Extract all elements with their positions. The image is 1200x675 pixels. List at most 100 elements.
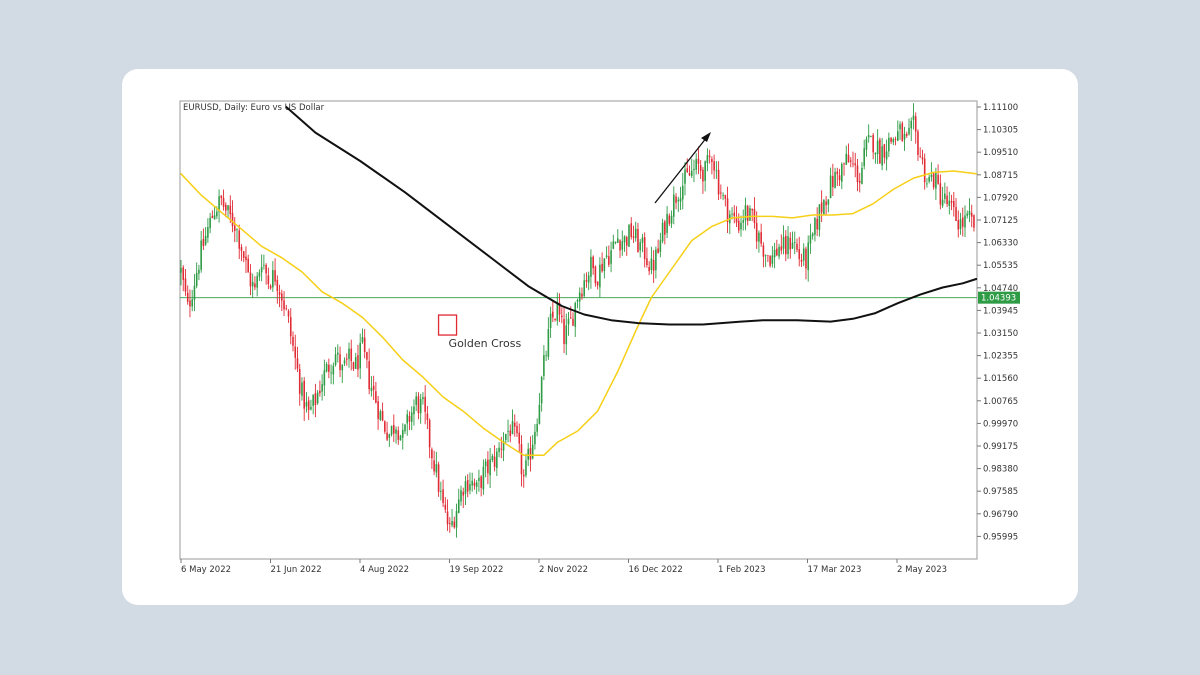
candle-body — [274, 270, 276, 282]
candle-body — [834, 171, 836, 188]
candle-body — [348, 348, 350, 359]
candle-body — [726, 198, 729, 223]
candle-body — [245, 256, 247, 261]
candle-body — [621, 241, 624, 250]
candle-body — [507, 431, 509, 432]
x-tick-label: 19 Sep 2022 — [450, 565, 504, 575]
candle-body — [673, 194, 675, 217]
candle-body — [437, 464, 440, 492]
candle-body — [540, 377, 543, 404]
candle-body — [646, 258, 648, 266]
candle-body — [717, 169, 720, 195]
candle-body — [899, 124, 901, 130]
candle-body — [408, 416, 411, 422]
candle-body — [455, 510, 458, 528]
candle-body — [619, 240, 621, 251]
candle-body — [350, 348, 353, 362]
candle-body — [442, 489, 444, 504]
candle-body — [953, 201, 955, 208]
candle-body — [375, 391, 377, 403]
x-tick-label: 6 May 2022 — [181, 565, 231, 575]
candle-body — [332, 365, 335, 375]
candle-body — [807, 242, 809, 271]
candle-body — [393, 424, 395, 434]
candle-body — [525, 460, 527, 476]
candle-body — [802, 248, 805, 261]
candle-body — [207, 227, 209, 238]
x-tick-label: 1 Feb 2023 — [718, 565, 766, 575]
candle-body — [657, 248, 659, 254]
candle-body — [583, 280, 585, 296]
candle-body — [903, 133, 906, 140]
candle-body — [278, 292, 281, 295]
candle-body — [587, 275, 590, 283]
chart-title: EURUSD, Daily: Euro vs US Dollar — [183, 103, 325, 113]
candle-body — [661, 222, 664, 242]
candle-body — [863, 148, 865, 167]
candle-body — [213, 215, 216, 220]
candle-body — [189, 300, 191, 307]
candle-body — [670, 215, 673, 224]
candle-body — [740, 222, 742, 230]
candle-body — [460, 490, 462, 502]
candle-body — [272, 270, 274, 288]
candle-body — [292, 336, 294, 346]
candle-body — [841, 164, 843, 182]
candle-body — [446, 511, 449, 525]
candle-body — [545, 355, 547, 357]
candle-body — [543, 355, 545, 377]
candle-body — [793, 241, 796, 243]
candle-body — [216, 211, 218, 217]
candle-body — [666, 213, 668, 233]
candle-body — [513, 422, 516, 427]
card: EURUSD, Daily: Euro vs US Dollar Golden … — [122, 69, 1078, 605]
golden-cross-label: Golden Cross — [449, 337, 522, 350]
candle-body — [966, 213, 969, 216]
candle-body — [263, 264, 265, 266]
candle-body — [489, 459, 491, 476]
candle-body — [249, 272, 252, 287]
candle-body — [547, 329, 550, 357]
candle-body — [198, 269, 200, 274]
candle-body — [319, 390, 321, 394]
candle-body — [959, 219, 962, 229]
y-tick-label: 1.06330 — [983, 239, 1018, 249]
price-chart: EURUSD, Daily: Euro vs US Dollar Golden … — [179, 100, 1020, 575]
candle-body — [384, 421, 386, 432]
candle-body — [415, 396, 417, 405]
candle-body — [894, 139, 897, 140]
candle-body — [854, 163, 857, 166]
candle-body — [433, 460, 435, 472]
candle-body — [706, 155, 709, 164]
candle-body — [946, 195, 948, 204]
candle-body — [695, 159, 697, 170]
candle-body — [699, 165, 702, 171]
candle-body — [596, 281, 599, 286]
candle-body — [500, 448, 503, 450]
candle-body — [648, 267, 650, 272]
candle-body — [941, 199, 944, 206]
y-tick-label: 1.03150 — [983, 329, 1018, 339]
candle-body — [910, 120, 913, 129]
candle-body — [809, 235, 812, 244]
candle-body — [345, 358, 348, 360]
candle-body — [617, 238, 619, 243]
candle-body — [814, 218, 816, 235]
candle-body — [191, 299, 193, 307]
candle-body — [791, 242, 794, 249]
x-tick-label: 16 Dec 2022 — [629, 565, 683, 575]
y-tick-label: 0.98380 — [983, 465, 1018, 475]
candle-body — [590, 256, 592, 277]
candle-body — [690, 170, 693, 177]
candle-body — [800, 259, 803, 262]
candle-body — [419, 399, 422, 414]
candle-body — [731, 213, 733, 215]
candle-body — [473, 482, 476, 486]
x-tick-label: 2 Nov 2022 — [539, 565, 588, 575]
candle-body — [370, 387, 373, 391]
candle-body — [849, 160, 852, 162]
candle-body — [724, 195, 727, 199]
candle-body — [744, 205, 747, 221]
candle-body — [787, 236, 789, 255]
candle-body — [578, 292, 581, 302]
